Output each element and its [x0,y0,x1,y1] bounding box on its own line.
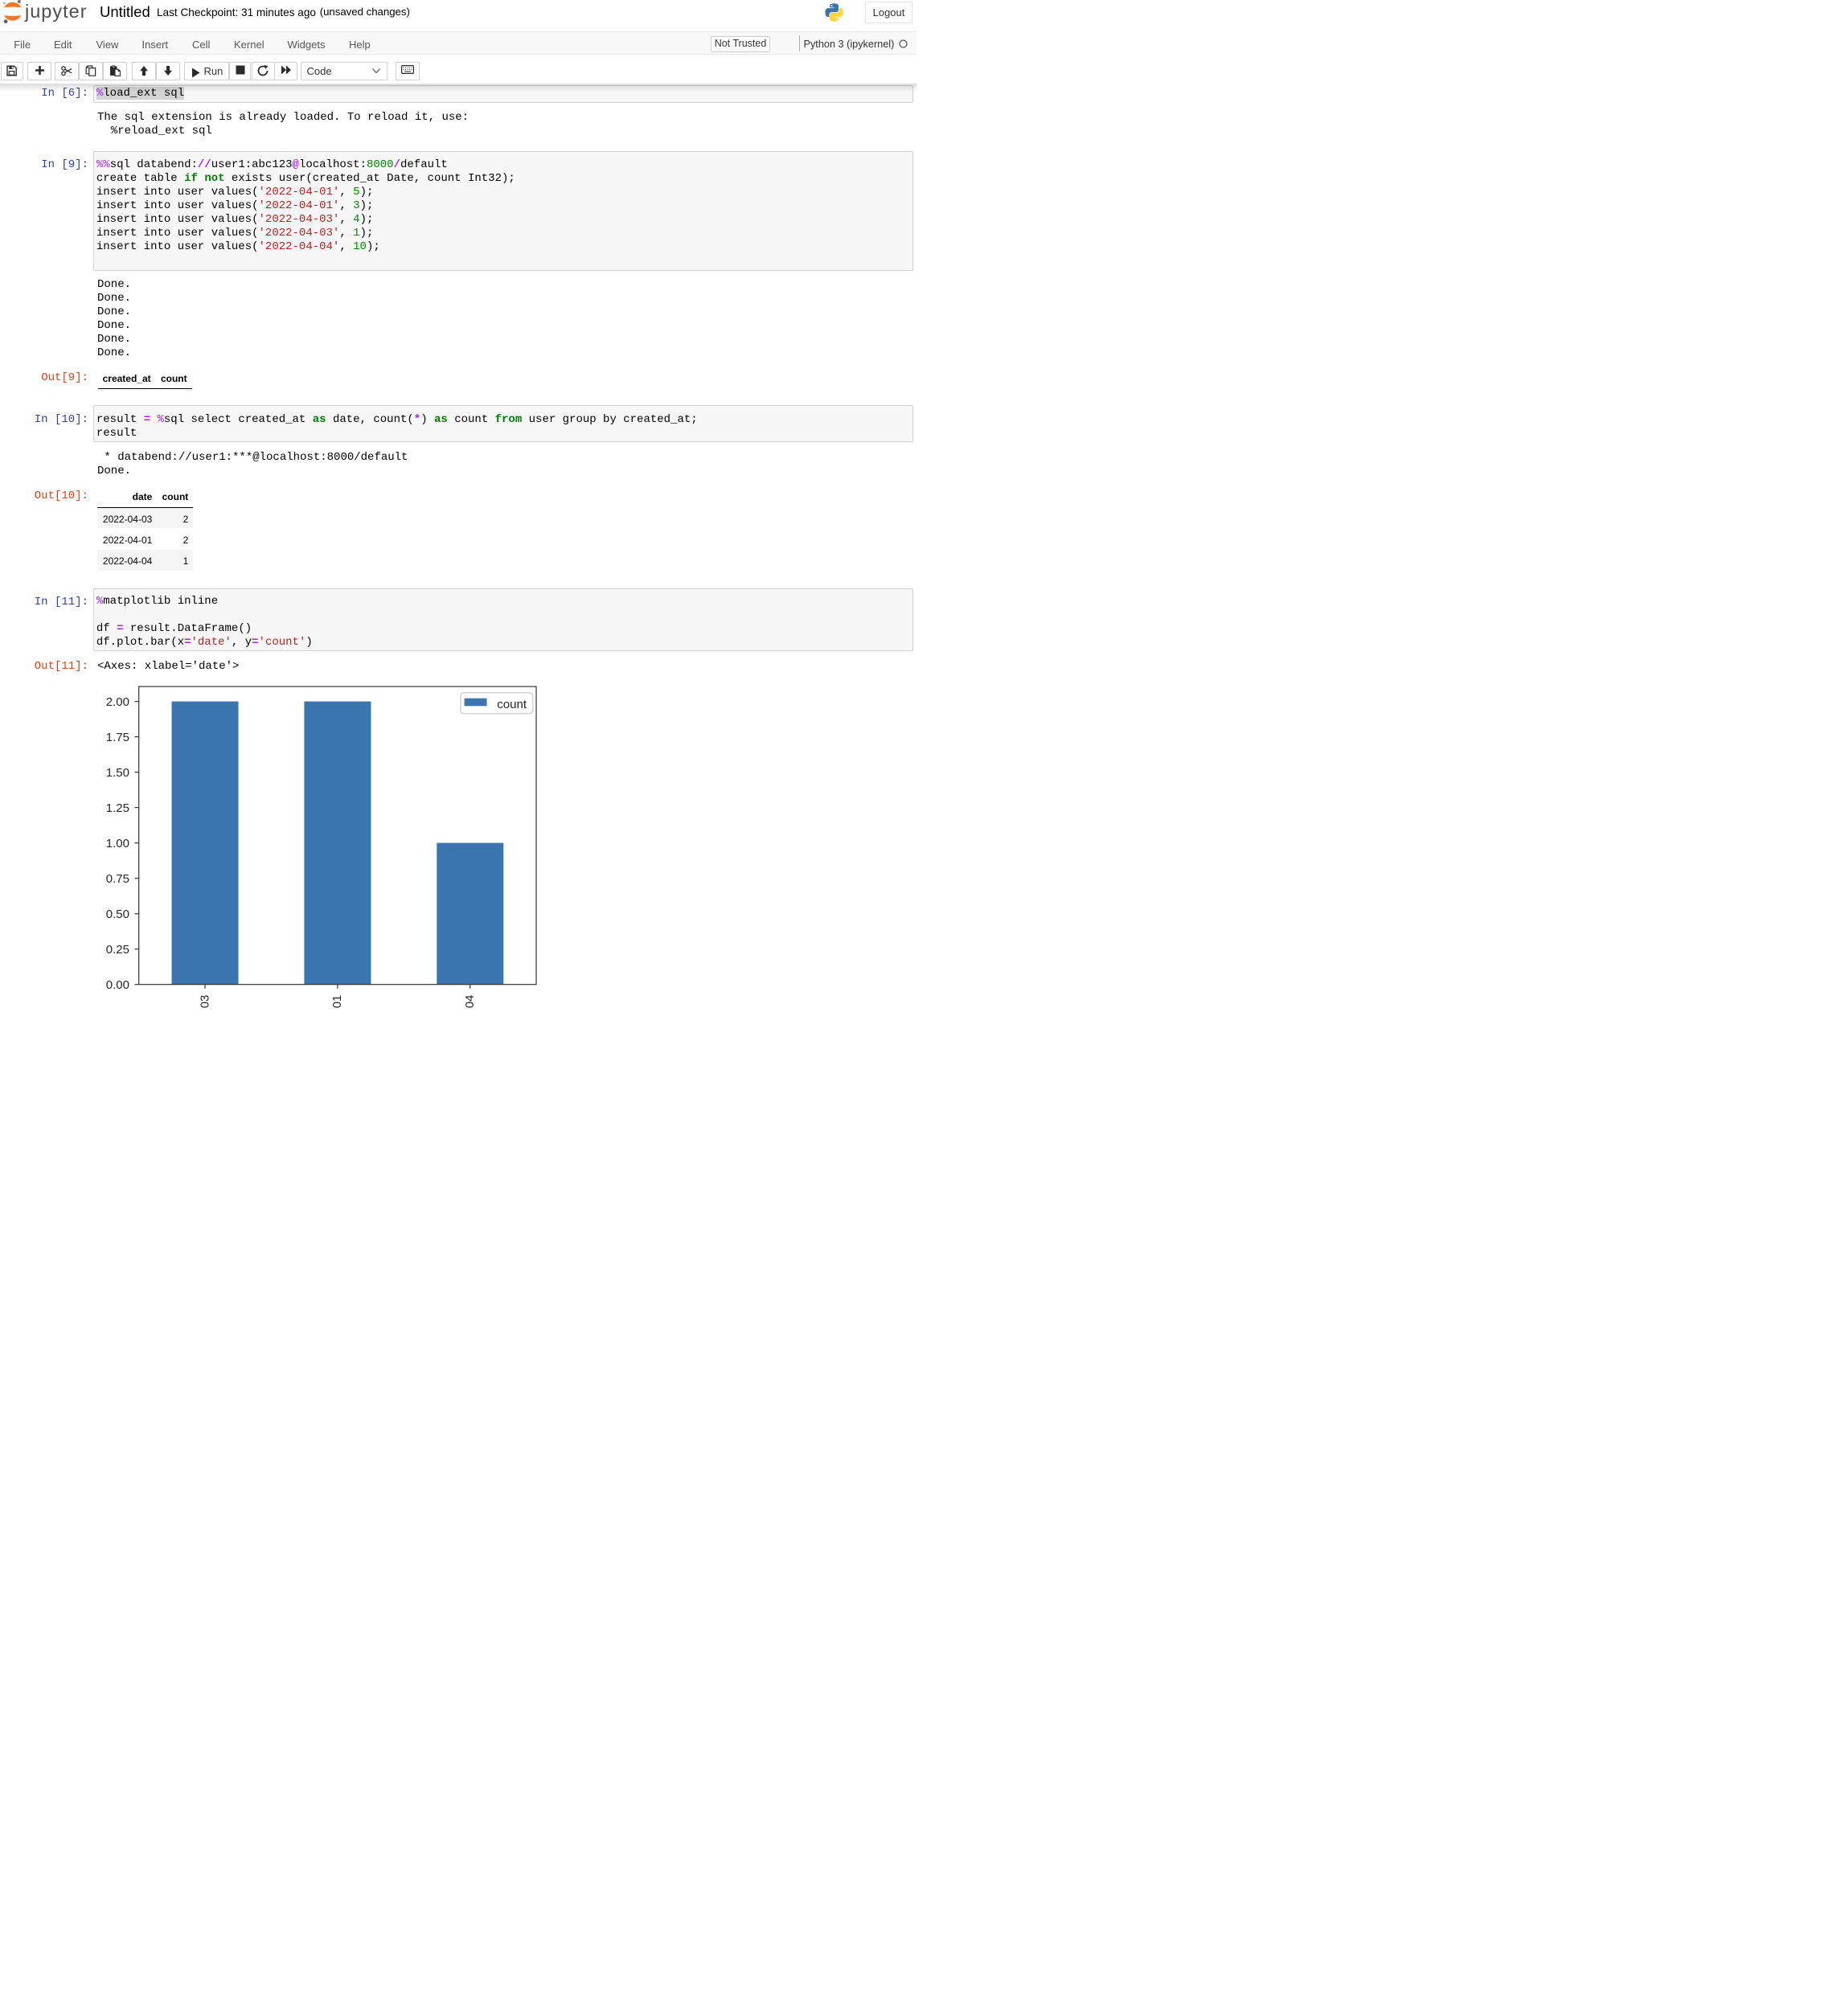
svg-text:0.25: 0.25 [106,943,129,957]
svg-text:2022-04-03: 2022-04-03 [198,995,211,1008]
svg-text:0.75: 0.75 [106,872,129,886]
svg-text:1.50: 1.50 [106,766,129,780]
svg-text:0.50: 0.50 [106,908,129,921]
svg-text:count: count [497,698,527,711]
svg-text:1.75: 1.75 [106,731,129,744]
svg-text:2.00: 2.00 [106,695,129,709]
svg-text:2022-04-04: 2022-04-04 [463,995,477,1008]
svg-text:1.00: 1.00 [106,837,129,850]
svg-text:0.00: 0.00 [106,978,129,992]
svg-text:2022-04-01: 2022-04-01 [330,995,344,1008]
svg-text:1.25: 1.25 [106,801,129,815]
